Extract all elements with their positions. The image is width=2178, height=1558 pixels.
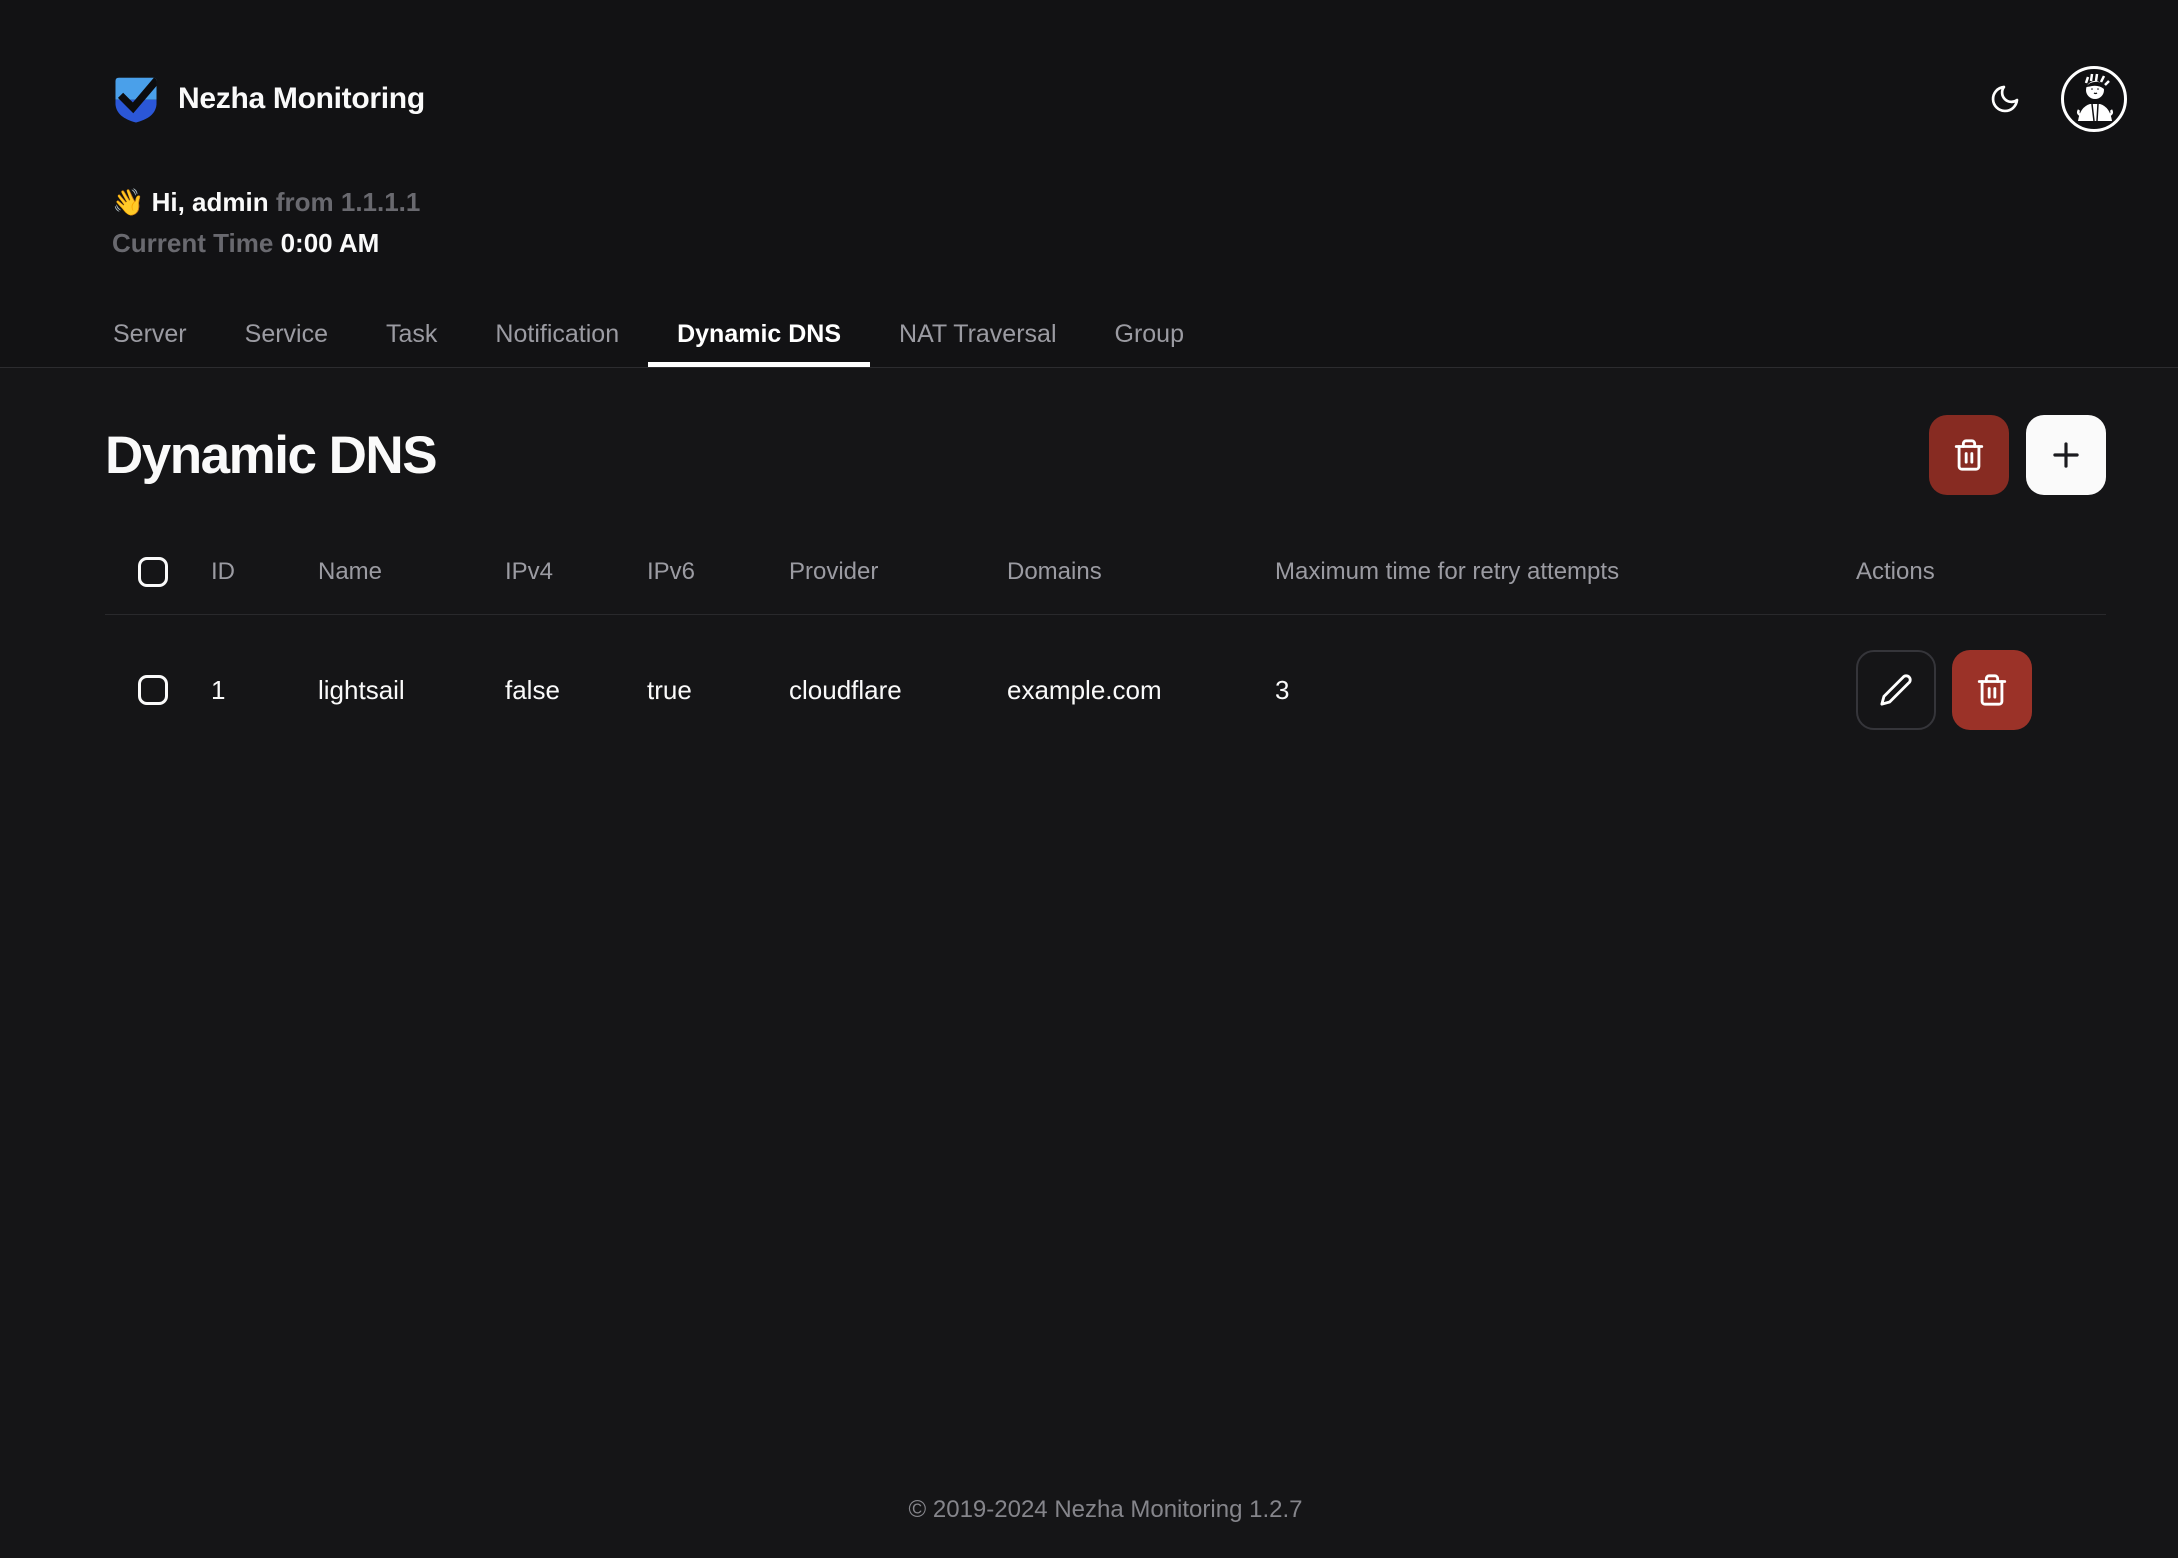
cell-actions [1856, 650, 2106, 730]
trash-icon [1952, 438, 1986, 472]
tab-nat-traversal[interactable]: NAT Traversal [870, 301, 1085, 367]
header-name: Name [318, 558, 505, 586]
tab-dynamic-dns[interactable]: Dynamic DNS [648, 301, 870, 367]
greeting-text: Hi, admin [152, 187, 269, 217]
tab-notification[interactable]: Notification [466, 301, 648, 367]
tab-label: Task [386, 320, 437, 349]
current-time-label: Current Time [112, 228, 273, 258]
ddns-table: ID Name IPv4 IPv6 Provider Domains Maxim… [105, 529, 2106, 765]
nezha-logo-icon [112, 74, 160, 124]
brand-name: Nezha Monitoring [178, 82, 425, 116]
cell-max-retry: 3 [1275, 675, 1856, 706]
tab-service[interactable]: Service [216, 301, 357, 367]
table-header-row: ID Name IPv4 IPv6 Provider Domains Maxim… [105, 529, 2106, 615]
edit-row-button[interactable] [1856, 650, 1936, 730]
header-id: ID [211, 558, 318, 586]
row-checkbox[interactable] [138, 675, 168, 705]
brand-row: Nezha Monitoring [112, 0, 2127, 132]
moon-icon [1989, 83, 2021, 115]
greeting-line: 👋 Hi, admin from 1.1.1.1 [112, 182, 2127, 223]
theme-toggle-button[interactable] [1989, 83, 2021, 115]
cell-domains: example.com [1007, 675, 1275, 706]
tab-label: Dynamic DNS [677, 320, 841, 349]
tab-label: Server [113, 320, 187, 349]
tab-group[interactable]: Group [1086, 301, 1213, 367]
header-domains: Domains [1007, 558, 1275, 586]
wave-emoji: 👋 [112, 187, 144, 217]
cell-name: lightsail [318, 675, 505, 706]
footer-copyright: © 2019-2024 Nezha Monitoring 1.2.7 [105, 1496, 2106, 1524]
page-head: Dynamic DNS [105, 415, 2106, 495]
tab-label: Group [1115, 320, 1184, 349]
tab-server[interactable]: Server [84, 301, 216, 367]
greeting-from: from 1.1.1.1 [276, 187, 421, 217]
tab-label: Notification [495, 320, 619, 349]
page-actions [1929, 415, 2106, 495]
main-content: Dynamic DNS ID Name IPv4 IPv6 Provider [0, 415, 2178, 765]
row-checkbox-cell [105, 675, 211, 705]
avatar-illustration [2064, 69, 2124, 129]
cell-id: 1 [211, 675, 318, 706]
tab-label: NAT Traversal [899, 320, 1056, 349]
delete-selected-button[interactable] [1929, 415, 2009, 495]
trash-icon [1975, 673, 2009, 707]
cell-provider: cloudflare [789, 675, 1007, 706]
avatar[interactable] [2061, 66, 2127, 132]
page-title: Dynamic DNS [105, 425, 436, 486]
table-row: 1 lightsail false true cloudflare exampl… [105, 615, 2106, 765]
header-ipv4: IPv4 [505, 558, 647, 586]
pencil-icon [1879, 673, 1913, 707]
cell-ipv6: true [647, 675, 789, 706]
active-tab-indicator [648, 362, 870, 367]
tab-task[interactable]: Task [357, 301, 466, 367]
tab-label: Service [245, 320, 328, 349]
nav-tabs: Server Service Task Notification Dynamic… [84, 301, 1213, 367]
select-all-checkbox[interactable] [138, 557, 168, 587]
delete-row-button[interactable] [1952, 650, 2032, 730]
header-actions [1989, 66, 2127, 132]
greeting-block: 👋 Hi, admin from 1.1.1.1 Current Time 0:… [112, 182, 2127, 264]
header-ipv6: IPv6 [647, 558, 789, 586]
header-provider: Provider [789, 558, 1007, 586]
brand[interactable]: Nezha Monitoring [112, 74, 425, 124]
header-actions: Actions [1856, 558, 2106, 586]
current-time-line: Current Time 0:00 AM [112, 223, 2127, 264]
header-max-retry: Maximum time for retry attempts [1275, 558, 1856, 586]
add-record-button[interactable] [2026, 415, 2106, 495]
header-checkbox-cell [105, 557, 211, 587]
current-time-value: 0:00 AM [281, 228, 380, 258]
cell-ipv4: false [505, 675, 647, 706]
plus-icon [2047, 436, 2085, 474]
site-header: Nezha Monitoring [0, 0, 2178, 368]
